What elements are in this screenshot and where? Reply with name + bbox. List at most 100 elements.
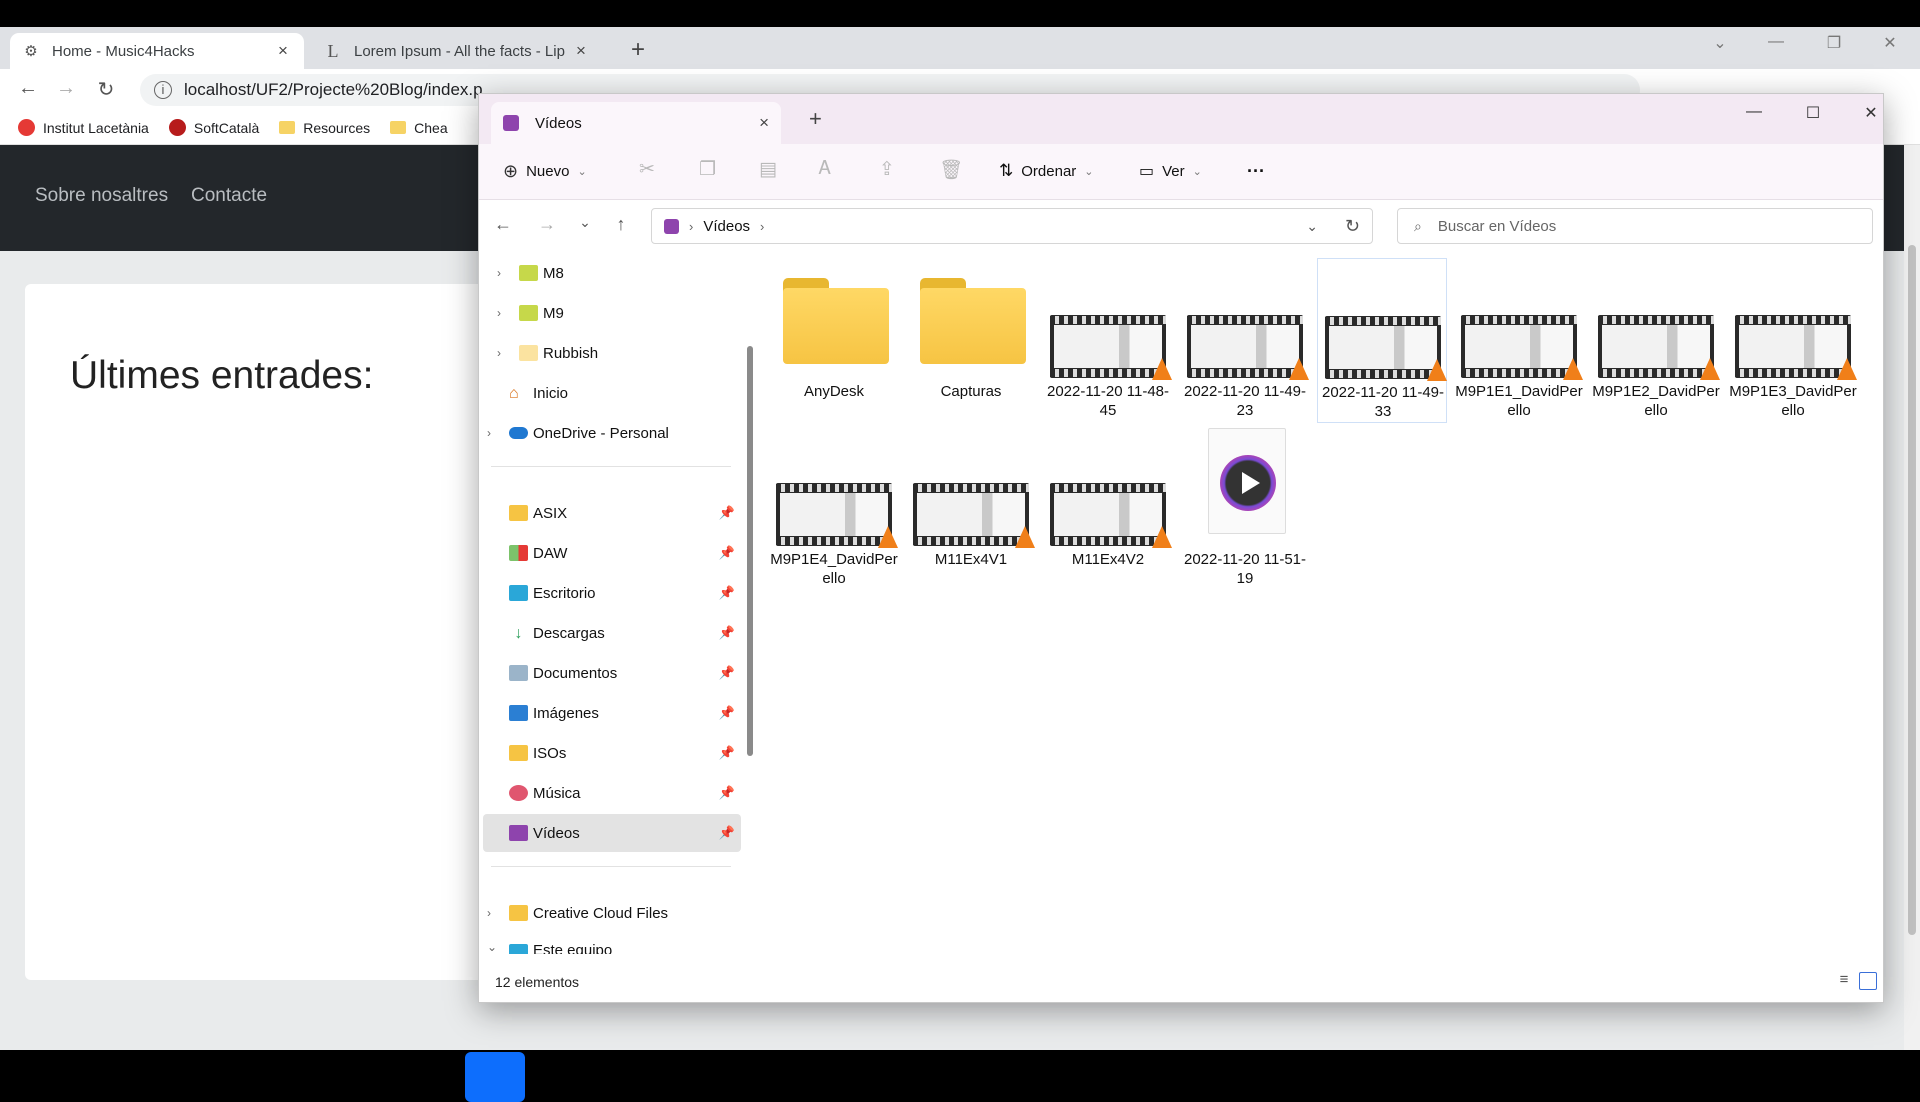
maximize-icon[interactable]: ☐ bbox=[1793, 103, 1833, 123]
nav-item-inicio[interactable]: ⌂ Inicio bbox=[483, 374, 741, 412]
nav-item-m9[interactable]: › M9 bbox=[483, 294, 741, 332]
rename-icon[interactable]: Ꭺ bbox=[819, 158, 832, 180]
nav-item-isos[interactable]: ISOs 📌 bbox=[483, 734, 741, 772]
up-icon[interactable]: ↑ bbox=[609, 214, 633, 235]
chevron-right-icon[interactable]: › bbox=[497, 266, 501, 280]
breadcrumb-videos[interactable]: Vídeos bbox=[703, 218, 750, 235]
recent-chevron-icon[interactable]: ⌄ bbox=[573, 214, 597, 231]
nav-item-onedrive[interactable]: › OneDrive - Personal bbox=[483, 414, 741, 452]
large-icons-view-icon[interactable] bbox=[1859, 972, 1877, 990]
nav-item-daw[interactable]: DAW 📌 bbox=[483, 534, 741, 572]
file-item-folder[interactable]: AnyDesk bbox=[769, 258, 899, 423]
file-name: M11Ex4V1 bbox=[934, 551, 1008, 568]
forward-icon[interactable]: → bbox=[52, 77, 80, 100]
browser-tab-home[interactable]: ⚙ Home - Music4Hacks × bbox=[10, 33, 304, 69]
bookmark-softcatala[interactable]: SoftCatalà bbox=[168, 119, 259, 136]
video-thumbnail bbox=[1325, 316, 1447, 381]
cut-icon[interactable]: ✂ bbox=[639, 158, 655, 181]
pin-icon[interactable]: 📌 bbox=[719, 585, 735, 601]
nav-item-descargas[interactable]: ↓ Descargas 📌 bbox=[483, 614, 741, 652]
minimize-icon[interactable]: — bbox=[1734, 103, 1774, 121]
file-item-video[interactable]: M9P1E3_DavidPerello bbox=[1728, 258, 1858, 423]
folder-icon bbox=[519, 265, 538, 281]
scrollbar-thumb[interactable] bbox=[1908, 245, 1916, 935]
view-button[interactable]: ▭ Ver ⌄ bbox=[1139, 161, 1202, 181]
share-icon[interactable]: ⇪ bbox=[879, 158, 895, 181]
file-item-video[interactable]: M11Ex4V2 bbox=[1043, 426, 1173, 591]
chevron-right-icon[interactable]: › bbox=[487, 426, 491, 440]
pin-icon[interactable]: 📌 bbox=[719, 825, 735, 841]
search-input[interactable]: ⌕ Buscar en Vídeos bbox=[1397, 208, 1873, 244]
reload-icon[interactable]: ↻ bbox=[92, 77, 120, 102]
close-tab-icon[interactable]: × bbox=[572, 41, 590, 61]
folder-icon bbox=[279, 121, 296, 134]
nav-link-contact[interactable]: Contacte bbox=[191, 185, 267, 207]
back-icon[interactable]: ← bbox=[14, 77, 42, 100]
info-icon[interactable]: i bbox=[154, 81, 172, 99]
paste-icon[interactable]: ▤ bbox=[759, 158, 777, 181]
chevron-right-icon[interactable]: › bbox=[487, 906, 491, 920]
close-tab-icon[interactable]: × bbox=[759, 113, 769, 133]
nav-item-asix[interactable]: ASIX 📌 bbox=[483, 494, 741, 532]
close-tab-icon[interactable]: × bbox=[274, 41, 292, 61]
close-window-icon[interactable]: ✕ bbox=[1851, 103, 1891, 123]
nav-item-label: Escritorio bbox=[533, 584, 596, 602]
nav-item-m8[interactable]: › M8 bbox=[483, 254, 741, 292]
pin-icon[interactable]: 📌 bbox=[719, 625, 735, 641]
minimize-icon[interactable]: — bbox=[1756, 33, 1796, 51]
file-item-video-selected[interactable]: 2022-11-20 11-49-33 bbox=[1317, 258, 1447, 423]
file-item-video[interactable]: M9P1E1_DavidPerello bbox=[1454, 258, 1584, 423]
copy-icon[interactable]: ❐ bbox=[699, 158, 716, 181]
new-tab-button[interactable]: + bbox=[624, 37, 652, 65]
chevron-right-icon[interactable]: › bbox=[497, 346, 501, 360]
nav-item-imagenes[interactable]: Imágenes 📌 bbox=[483, 694, 741, 732]
bookmark-resources[interactable]: Resources bbox=[279, 120, 370, 136]
chevron-right-icon[interactable]: › bbox=[497, 306, 501, 320]
nav-item-documentos[interactable]: Documentos 📌 bbox=[483, 654, 741, 692]
delete-icon[interactable]: 🗑 bbox=[939, 158, 963, 182]
chevron-right-icon[interactable]: › bbox=[760, 219, 764, 234]
nav-item-este-equipo[interactable]: ⌄ Este equipo bbox=[483, 932, 741, 954]
nav-item-videos[interactable]: Vídeos 📌 bbox=[483, 814, 741, 852]
file-item-video[interactable]: 2022-11-20 11-48-45 bbox=[1043, 258, 1173, 423]
file-item-video[interactable]: M9P1E4_DavidPerello bbox=[769, 426, 899, 591]
restore-icon[interactable]: ❐ bbox=[1814, 33, 1854, 53]
explorer-tab-videos[interactable]: Vídeos × bbox=[491, 102, 781, 144]
back-icon[interactable]: ← bbox=[491, 214, 515, 235]
file-item-video[interactable]: M9P1E2_DavidPerello bbox=[1591, 258, 1721, 423]
new-button[interactable]: ⊕ Nuevo ⌄ bbox=[503, 161, 587, 182]
pin-icon[interactable]: 📌 bbox=[719, 785, 735, 801]
file-item-media[interactable]: 2022-11-20 11-51-19 bbox=[1180, 426, 1310, 591]
nav-link-about[interactable]: Sobre nosaltres bbox=[35, 185, 168, 207]
details-view-icon[interactable]: ≡ bbox=[1835, 972, 1853, 990]
refresh-icon[interactable]: ↻ bbox=[1345, 216, 1360, 237]
nav-item-escritorio[interactable]: Escritorio 📌 bbox=[483, 574, 741, 612]
nav-item-rubbish[interactable]: › Rubbish bbox=[483, 334, 741, 372]
pin-icon[interactable]: 📌 bbox=[719, 545, 735, 561]
pin-icon[interactable]: 📌 bbox=[719, 705, 735, 721]
primary-button[interactable] bbox=[465, 1052, 525, 1102]
nav-pane-scrollbar[interactable] bbox=[747, 346, 753, 756]
tab-search-icon[interactable]: ⌄ bbox=[1700, 33, 1740, 53]
pin-icon[interactable]: 📌 bbox=[719, 505, 735, 521]
more-options-button[interactable]: ··· bbox=[1247, 161, 1265, 182]
file-item-folder[interactable]: Capturas bbox=[906, 258, 1036, 423]
bookmark-institut[interactable]: Institut Lacetània bbox=[18, 119, 149, 136]
file-item-video[interactable]: 2022-11-20 11-49-23 bbox=[1180, 258, 1310, 423]
browser-tab-lorem[interactable]: L Lorem Ipsum - All the facts - Lip × bbox=[312, 33, 602, 69]
chevron-down-icon[interactable]: ⌄ bbox=[487, 940, 497, 954]
chevron-down-icon[interactable]: ⌄ bbox=[1306, 218, 1318, 235]
forward-icon[interactable]: → bbox=[535, 214, 559, 235]
pin-icon[interactable]: 📌 bbox=[719, 745, 735, 761]
pin-icon[interactable]: 📌 bbox=[719, 665, 735, 681]
sort-button[interactable]: ⇅ Ordenar ⌄ bbox=[999, 161, 1094, 181]
explorer-address-bar[interactable]: › Vídeos › ⌄ ↻ bbox=[651, 208, 1373, 244]
new-tab-button[interactable]: + bbox=[809, 106, 822, 132]
bookmark-chea[interactable]: Chea bbox=[390, 120, 448, 136]
lipsum-icon: L bbox=[327, 40, 339, 61]
nav-item-creative-cloud[interactable]: › Creative Cloud Files bbox=[483, 894, 741, 932]
close-window-icon[interactable]: ✕ bbox=[1870, 33, 1910, 53]
file-item-video[interactable]: M11Ex4V1 bbox=[906, 426, 1036, 591]
nav-item-musica[interactable]: Música 📌 bbox=[483, 774, 741, 812]
page-scrollbar[interactable] bbox=[1904, 145, 1920, 1050]
